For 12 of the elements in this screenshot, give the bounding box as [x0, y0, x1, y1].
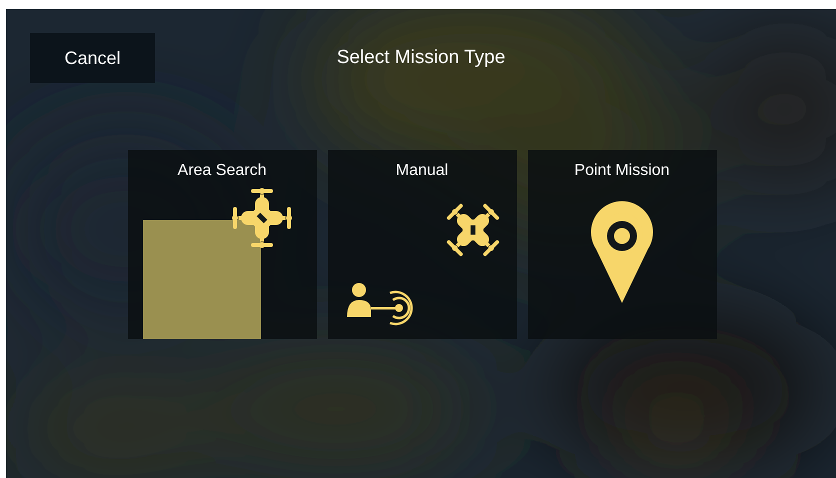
cancel-button[interactable]: Cancel — [30, 33, 155, 83]
card-label: Area Search — [178, 161, 266, 181]
card-label: Point Mission — [574, 161, 670, 181]
person-signal-icon — [346, 283, 412, 326]
drone-icon — [232, 188, 292, 248]
map-pin-icon — [590, 201, 652, 303]
mission-type-card[interactable]: Manual — [328, 150, 516, 339]
card-label: Manual — [396, 161, 448, 181]
screen-title: Select Mission Type — [336, 46, 506, 70]
mission-type-card[interactable]: Point Mission — [528, 150, 716, 339]
drone-icon — [446, 203, 500, 257]
mission-type-card[interactable]: Area Search — [128, 150, 316, 339]
